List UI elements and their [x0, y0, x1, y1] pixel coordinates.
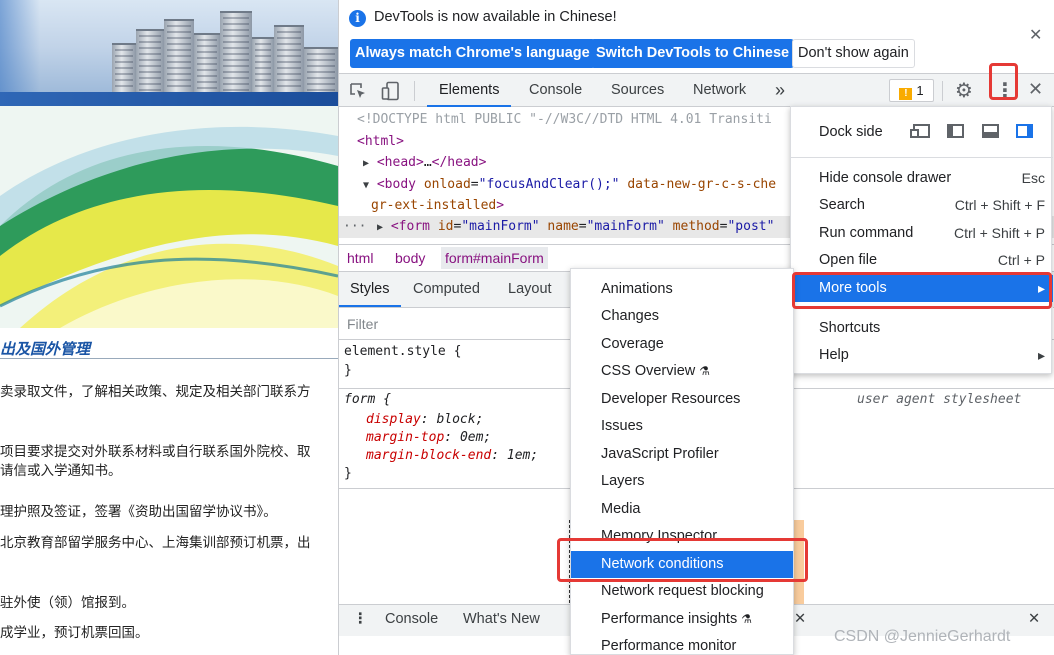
dock-right-icon[interactable] — [1016, 124, 1033, 138]
submenu-arrow-icon: ▸ — [1037, 347, 1045, 363]
submenu-item-css-overview[interactable]: CSS Overview ⚗ — [571, 358, 793, 385]
submenu-item-media[interactable]: Media — [571, 496, 793, 523]
language-infobar: i DevTools is now available in Chinese! … — [339, 0, 1054, 72]
dock-side-label: Dock side — [819, 124, 883, 140]
annotation-highlight-more-tools — [792, 272, 1052, 309]
submenu-item-issues[interactable]: Issues — [571, 413, 793, 440]
close-tab-icon[interactable]: ✕ — [794, 611, 806, 627]
banner-accent — [0, 0, 40, 95]
close-devtools-icon[interactable]: ✕ — [1028, 79, 1043, 100]
style-declaration: margin-top: 0em; — [366, 430, 492, 445]
tab-styles[interactable]: Styles — [339, 272, 401, 307]
device-toolbar-icon[interactable] — [381, 81, 401, 101]
menu-item-run-command[interactable]: Run command Ctrl + Shift + P — [791, 220, 1053, 247]
submenu-item-performance-monitor[interactable]: Performance monitor — [571, 633, 793, 654]
experiment-flask-icon: ⚗ — [741, 612, 752, 626]
devtools-toolbar: Elements Console Sources Network » ! 1 ⚙ … — [339, 73, 1054, 107]
switch-to-chinese-button[interactable]: Switch DevTools to Chinese — [591, 39, 795, 68]
dom-doctype: <!DOCTYPE html PUBLIC "-//W3C//DTD HTML … — [357, 112, 772, 127]
dom-head-node[interactable]: ▶ <head>…</head> — [363, 155, 486, 170]
info-icon: i — [349, 10, 366, 27]
submenu-item-javascript-profiler[interactable]: JavaScript Profiler — [571, 441, 793, 468]
watermark-text: CSDN @JennieGerhardt — [834, 628, 1011, 645]
submenu-item-network-request-blocking[interactable]: Network request blocking — [571, 578, 793, 605]
undock-icon[interactable] — [910, 124, 930, 138]
tab-console[interactable]: Console — [529, 74, 582, 107]
dom-form-node[interactable]: ▶ <form id="mainForm" name="mainForm" me… — [377, 219, 774, 234]
rule-close-brace: } — [344, 363, 352, 378]
expand-triangle-icon[interactable]: ▶ — [377, 222, 383, 233]
inspect-element-icon[interactable] — [349, 82, 367, 100]
submenu-item-performance-insights[interactable]: Performance insights ⚗ — [571, 606, 793, 633]
tab-elements[interactable]: Elements — [427, 74, 512, 107]
submenu-item-developer-resources[interactable]: Developer Resources — [571, 386, 793, 413]
breadcrumb-body[interactable]: body — [395, 250, 425, 266]
drawer-tab-whats-new[interactable]: What's New — [463, 611, 540, 627]
toolbar-divider — [414, 81, 415, 101]
infobar-message: DevTools is now available in Chinese! — [374, 9, 617, 25]
submenu-item-changes[interactable]: Changes — [571, 303, 793, 330]
menu-item-hide-console-drawer[interactable]: Hide console drawer Esc — [791, 165, 1053, 192]
issues-badge[interactable]: ! 1 — [889, 79, 934, 102]
user-agent-stylesheet-label: user agent stylesheet — [857, 392, 1022, 407]
style-declaration: display: block; — [366, 412, 484, 427]
node-actions-ellipsis-icon[interactable]: ··· — [343, 219, 366, 234]
dock-bottom-icon[interactable] — [982, 124, 999, 138]
rule-close-brace: } — [344, 466, 352, 481]
warning-flag-icon: ! — [899, 88, 913, 100]
settings-gear-icon[interactable]: ⚙ — [955, 78, 973, 103]
submenu-item-coverage[interactable]: Coverage — [571, 331, 793, 358]
decorative-swirl-image — [0, 106, 338, 328]
dom-body-attr-continuation: gr-ext-installed> — [371, 198, 505, 213]
drawer-menu-icon[interactable]: ⋮ — [353, 611, 368, 627]
web-page-content: 出及国外管理 卖录取文件，了解相关政策、规定及相关部门联系方 项目要求提交对外联… — [0, 0, 338, 655]
paragraph-text: 成学业，预订机票回国。 — [0, 625, 149, 640]
paragraph-text: 请信或入学通知书。 — [0, 463, 122, 478]
tab-layout[interactable]: Layout — [508, 272, 552, 307]
menu-item-help[interactable]: Help ▸ — [791, 342, 1053, 369]
tab-sources[interactable]: Sources — [611, 74, 664, 107]
always-match-language-button[interactable]: Always match Chrome's language — [350, 39, 595, 68]
element-style-selector[interactable]: element.style { — [344, 344, 461, 359]
form-rule-selector: form { — [344, 392, 391, 407]
more-tools-submenu: Animations Changes Coverage CSS Overview… — [570, 268, 794, 655]
close-drawer-icon[interactable]: ✕ — [1028, 611, 1040, 627]
dom-body-node[interactable]: ▼ <body onload="focusAndClear();" data-n… — [363, 177, 776, 192]
paragraph-text: 驻外使（领）馆报到。 — [0, 595, 135, 610]
issues-count: 1 — [916, 83, 924, 98]
menu-item-open-file[interactable]: Open file Ctrl + P — [791, 247, 1053, 274]
experiment-flask-icon: ⚗ — [699, 364, 711, 378]
collapse-triangle-icon[interactable]: ▼ — [363, 180, 369, 191]
paragraph-text: 理护照及签证，签署《资助出国留学协议书》。 — [0, 504, 277, 519]
annotation-highlight-network-conditions — [557, 538, 808, 582]
submenu-item-animations[interactable]: Animations — [571, 276, 793, 303]
styles-filter-input[interactable]: Filter — [347, 316, 378, 332]
breadcrumb-html[interactable]: html — [347, 250, 373, 266]
close-icon[interactable]: ✕ — [1029, 25, 1042, 45]
expand-triangle-icon[interactable]: ▶ — [363, 158, 369, 169]
menu-item-search[interactable]: Search Ctrl + Shift + F — [791, 192, 1053, 219]
style-declaration: margin-block-end: 1em; — [366, 448, 539, 463]
paragraph-text: 项目要求提交对外联系材料或自行联系国外院校、取 — [0, 444, 311, 459]
section-divider — [0, 358, 338, 359]
submenu-item-layers[interactable]: Layers — [571, 468, 793, 495]
section-title: 出及国外管理 — [0, 341, 91, 358]
annotation-highlight-menu-button — [989, 63, 1018, 100]
more-tabs-chevron-icon[interactable]: » — [775, 74, 785, 107]
menu-divider — [791, 157, 1053, 158]
drawer-tab-console[interactable]: Console — [385, 611, 438, 627]
banner-image — [0, 0, 338, 95]
dom-html-node[interactable]: <html> — [357, 134, 404, 149]
dont-show-again-button[interactable]: Don't show again — [792, 39, 915, 68]
tab-computed[interactable]: Computed — [413, 272, 480, 307]
dock-left-icon[interactable] — [947, 124, 964, 138]
paragraph-text: 北京教育部留学服务中心、上海集训部预订机票，出 — [0, 535, 311, 550]
banner-bar — [0, 92, 338, 106]
customize-devtools-menu: Dock side Hide console drawer Esc Search C… — [790, 106, 1053, 374]
menu-item-shortcuts[interactable]: Shortcuts — [791, 315, 1053, 342]
paragraph-text: 卖录取文件，了解相关政策、规定及相关部门联系方 — [0, 384, 311, 399]
breadcrumb-form[interactable]: form#mainForm — [441, 247, 548, 269]
tab-network[interactable]: Network — [693, 74, 746, 107]
toolbar-divider — [942, 81, 943, 101]
